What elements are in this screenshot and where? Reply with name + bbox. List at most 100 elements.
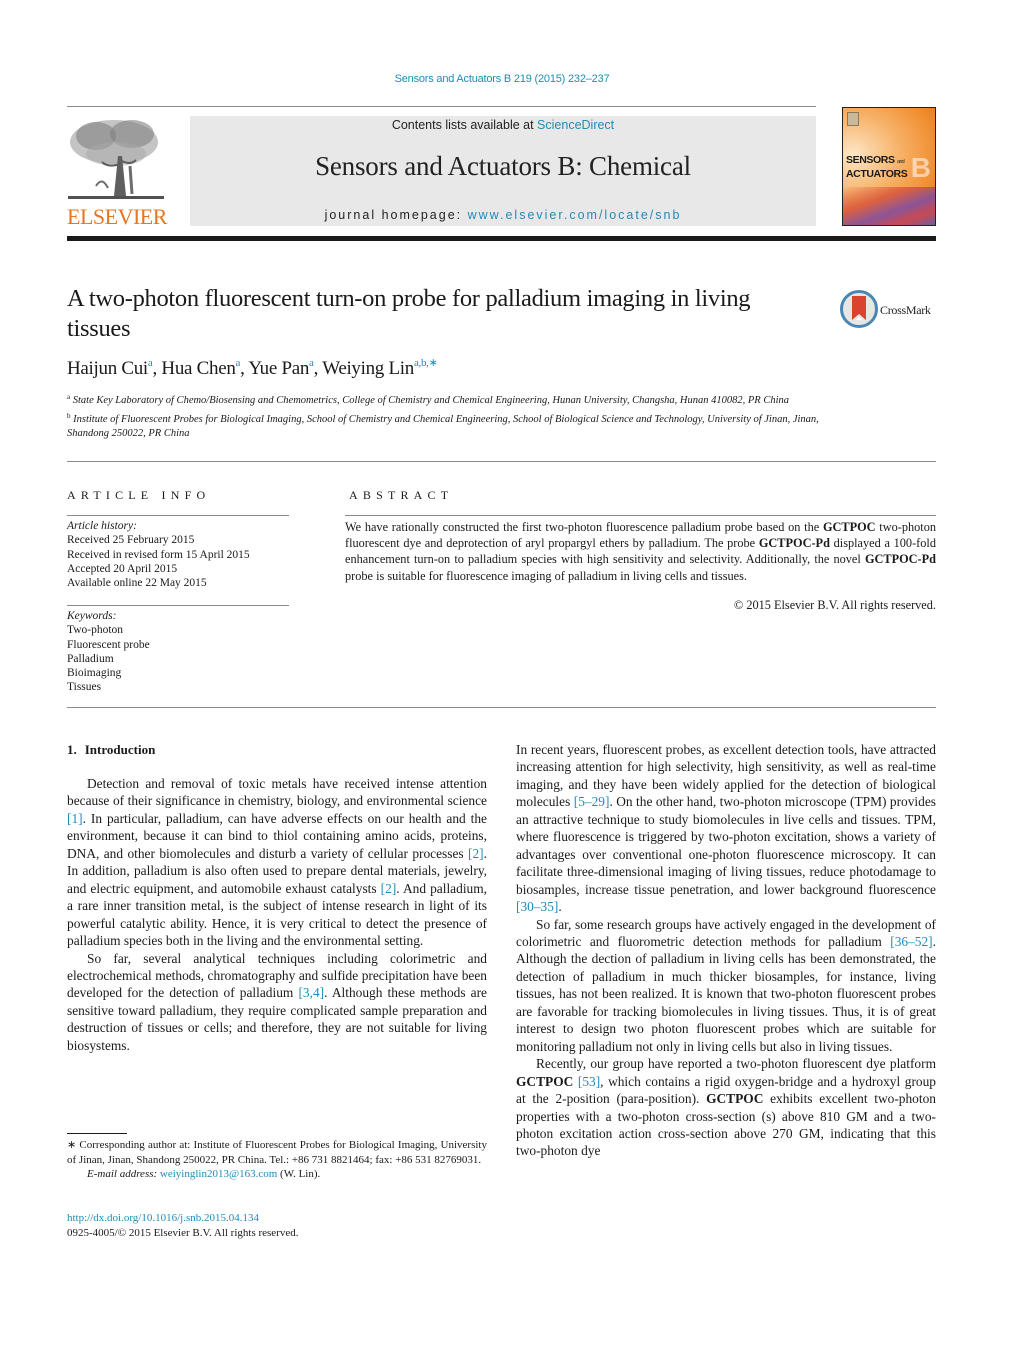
divider	[67, 707, 936, 708]
author-name[interactable]: Haijun Cui	[67, 358, 148, 379]
text-segment: Detection and removal of toxic metals ha…	[67, 776, 487, 809]
author-name[interactable]: Hua Chen	[161, 358, 235, 379]
keywords: Keywords: Two-photon Fluorescent probe P…	[67, 609, 150, 695]
citation-link[interactable]: [36–52]	[890, 934, 932, 949]
body-paragraph: So far, some research groups have active…	[516, 916, 936, 1056]
compound-name: GCTPOC	[822, 520, 876, 534]
affiliation-mark: a	[67, 393, 71, 401]
keyword-item: Tissues	[67, 681, 102, 694]
corresponding-author-note: ∗ Corresponding author at: Institute of …	[67, 1139, 487, 1166]
author-affiliation-mark[interactable]: a	[236, 357, 241, 369]
text-segment: . Although the dection of palladium in l…	[516, 933, 936, 1054]
citation-link[interactable]: [1]	[67, 811, 83, 826]
journal-homepage-link[interactable]: www.elsevier.com/locate/snb	[468, 208, 682, 222]
keywords-label: Keywords:	[67, 610, 117, 622]
doi-block: http://dx.doi.org/10.1016/j.snb.2015.04.…	[67, 1211, 299, 1240]
keyword-item: Two-photon	[67, 624, 124, 637]
author-affiliation-mark[interactable]: a	[148, 357, 153, 369]
cover-line2: ACTUATORS	[846, 168, 908, 180]
cover-artwork	[843, 187, 935, 225]
email-label: E-mail address:	[87, 1168, 158, 1180]
article-history-label: Article history:	[67, 520, 137, 532]
body-paragraph: Detection and removal of toxic metals ha…	[67, 775, 487, 950]
keyword-item: Palladium	[67, 652, 114, 665]
history-item: Available online 22 May 2015	[67, 577, 207, 590]
affiliation-item: a State Key Laboratory of Chemo/Biosensi…	[67, 390, 827, 409]
elsevier-wordmark: ELSEVIER	[67, 204, 167, 229]
citation-link[interactable]: [30–35]	[516, 899, 558, 914]
section-number: 1.	[67, 742, 77, 757]
citation-link[interactable]: [5–29]	[574, 794, 610, 809]
divider	[67, 515, 289, 516]
body-paragraph: Recently, our group have reported a two-…	[516, 1055, 936, 1160]
body-column-right: In recent years, fluorescent probes, as …	[516, 741, 936, 1160]
elsevier-logo[interactable]: ELSEVIER	[66, 116, 168, 229]
body-column-left: Detection and removal of toxic metals ha…	[67, 775, 487, 1054]
crossmark-label: CrossMark	[880, 303, 931, 317]
cover-letter: B	[910, 152, 931, 183]
abstract-copyright: © 2015 Elsevier B.V. All rights reserved…	[733, 598, 936, 612]
contents-line: Contents lists available at ScienceDirec…	[190, 118, 816, 132]
citation-link[interactable]: [3,4]	[298, 985, 324, 1000]
journal-title: Sensors and Actuators B: Chemical	[315, 151, 691, 181]
affiliation-item: b Institute of Fluorescent Probes for Bi…	[67, 409, 827, 442]
compound-name: GCTPOC-Pd	[758, 536, 830, 551]
citation-link[interactable]: [2]	[468, 846, 484, 861]
compound-name: GCTPOC	[706, 1091, 764, 1107]
cover-line1: SENSORS	[846, 154, 895, 166]
masthead-divider	[67, 236, 936, 241]
history-item: Accepted 20 April 2015	[67, 562, 178, 575]
elsevier-tree-icon	[68, 120, 164, 199]
article-title: A two-photon fluorescent turn-on probe f…	[67, 285, 751, 342]
text-segment: . On the other hand, two-photon microsco…	[516, 794, 936, 897]
text-segment: .	[558, 899, 562, 915]
compound-name: GCTPOC	[516, 1073, 574, 1089]
section-heading-introduction: 1. Introduction	[67, 742, 155, 758]
author-list: Haijun Cuia, Hua Chena, Yue Pana, Weiyin…	[67, 357, 438, 379]
journal-masthead: Contents lists available at ScienceDirec…	[190, 116, 816, 226]
crossmark-button[interactable]: CrossMark	[840, 290, 940, 330]
text-segment: . In particular, palladium, can have adv…	[67, 810, 487, 861]
cover-and: and	[897, 159, 905, 165]
author-affiliation-mark[interactable]: a,b,∗	[414, 357, 438, 369]
affiliation-mark: b	[67, 411, 71, 420]
abstract-segment: We have rationally constructed the first…	[345, 520, 823, 534]
email-link[interactable]: weiyinglin2013@163.com	[160, 1168, 277, 1180]
homepage-prefix: journal homepage:	[324, 208, 468, 222]
affiliations: a State Key Laboratory of Chemo/Biosensi…	[67, 390, 827, 442]
contents-prefix: Contents lists available at	[391, 118, 538, 132]
compound-name: GCTPOC-Pd	[864, 552, 936, 567]
email-suffix: (W. Lin).	[277, 1168, 321, 1180]
divider	[67, 605, 289, 606]
author-name[interactable]: Yue Pan	[248, 358, 309, 379]
cover-emblem-icon	[847, 112, 859, 126]
issn-copyright: 0925-4005/© 2015 Elsevier B.V. All right…	[67, 1226, 299, 1239]
sciencedirect-link[interactable]: ScienceDirect	[537, 118, 614, 132]
footnotes: ∗ Corresponding author at: Institute of …	[67, 1138, 487, 1182]
text-segment: Recently, our group have reported a two-…	[536, 1056, 936, 1072]
affiliation-text: State Key Laboratory of Chemo/Biosensing…	[72, 395, 790, 406]
history-item: Received 25 February 2015	[67, 534, 195, 547]
author-affiliation-mark[interactable]: a	[309, 357, 314, 369]
homepage-line: journal homepage: www.elsevier.com/locat…	[190, 208, 816, 222]
abstract-text: We have rationally constructed the first…	[345, 519, 936, 584]
section-title: Introduction	[84, 742, 156, 757]
article-info-heading: ARTICLE INFO	[67, 488, 211, 502]
journal-citation-link[interactable]: Sensors and Actuators B 219 (2015) 232–2…	[0, 73, 1004, 85]
email-line: E-mail address: weiyinglin2013@163.com (…	[67, 1167, 487, 1182]
affiliation-text: Institute of Fluorescent Probes for Biol…	[67, 413, 819, 440]
doi-link[interactable]: http://dx.doi.org/10.1016/j.snb.2015.04.…	[67, 1212, 259, 1224]
divider	[67, 461, 936, 462]
abstract-segment: probe is suitable for fluorescence imagi…	[345, 568, 747, 583]
abstract-heading: ABSTRACT	[349, 488, 454, 502]
header-rule	[67, 106, 816, 107]
article-history: Article history: Received 25 February 20…	[67, 519, 250, 590]
history-item: Received in revised form 15 April 2015	[67, 548, 250, 561]
footnote-rule	[67, 1133, 127, 1134]
citation-link[interactable]: [53]	[578, 1074, 600, 1089]
body-paragraph: So far, several analytical techniques in…	[67, 950, 487, 1055]
journal-cover-thumbnail[interactable]: B SENSORS and ACTUATORS	[842, 107, 936, 226]
citation-link[interactable]: [2]	[381, 881, 397, 896]
author-name[interactable]: Weiying Lin	[322, 358, 414, 379]
crossmark-icon	[840, 290, 878, 328]
